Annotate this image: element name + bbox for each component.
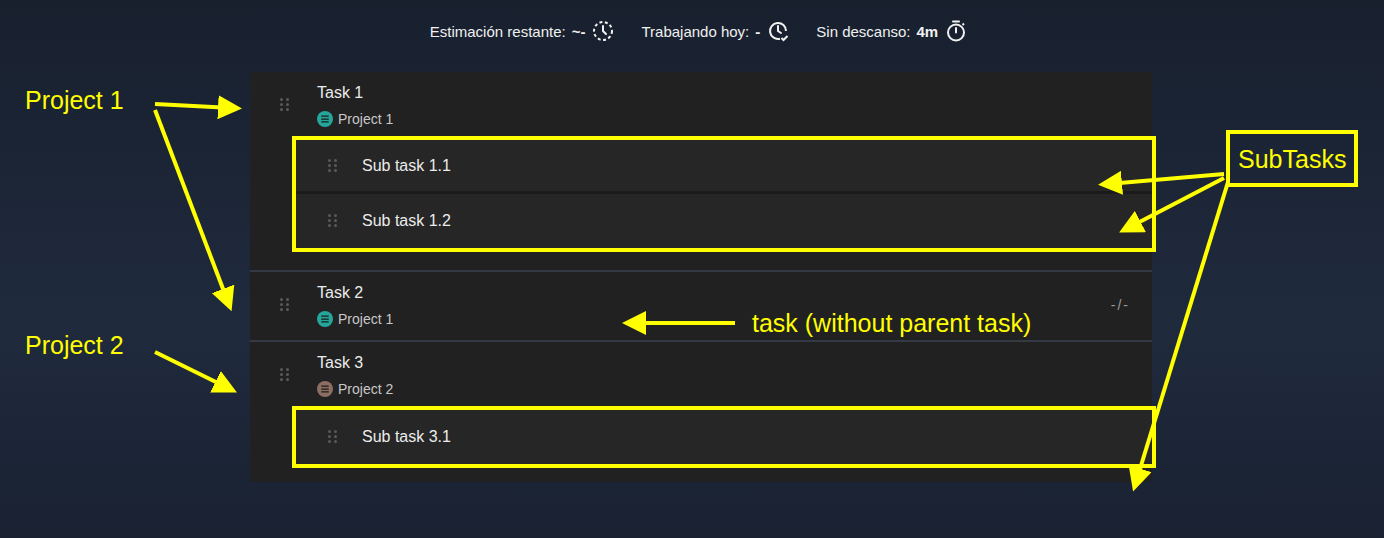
- stat-label: Sin descanso:: [816, 23, 910, 40]
- timer-icon: [944, 19, 968, 43]
- subtask-list: Sub task 1.1 Sub task 1.2: [296, 140, 1152, 248]
- task-title[interactable]: Task 2: [317, 283, 1111, 303]
- project-name[interactable]: Project 1: [338, 311, 393, 327]
- arrow-icon: [155, 110, 228, 302]
- project-list-icon: [317, 111, 333, 127]
- annotation-label: task (without parent task): [752, 308, 1031, 338]
- list-icon: [320, 314, 330, 324]
- work-stat: Trabajando hoy:-: [641, 19, 790, 43]
- subtask-title[interactable]: Sub task 3.1: [362, 428, 451, 446]
- list-icon: [320, 384, 330, 394]
- subtask-row[interactable]: Sub task 1.1: [296, 140, 1152, 194]
- project-tag[interactable]: Project 1: [317, 111, 1130, 127]
- stat-value: -: [755, 23, 760, 40]
- project-name[interactable]: Project 2: [338, 381, 393, 397]
- drag-handle-icon[interactable]: [328, 159, 338, 173]
- work-stat: Sin descanso: 4m: [816, 19, 968, 43]
- task-item[interactable]: Task 1 Project 1 Sub task 1.1 Sub task 1.2: [250, 72, 1152, 248]
- clock-estimate-icon: [591, 19, 615, 43]
- drag-handle-icon[interactable]: [280, 368, 290, 382]
- arrow-icon: [1108, 174, 1224, 184]
- drag-handle-icon[interactable]: [280, 98, 290, 112]
- project-tag[interactable]: Project 2: [317, 381, 1130, 397]
- project-name[interactable]: Project 1: [338, 111, 393, 127]
- task-content: Task 1 Project 1: [317, 83, 1130, 127]
- subtask-list: Sub task 3.1: [296, 410, 1152, 464]
- drag-handle-icon[interactable]: [280, 298, 290, 312]
- annotation-label: Project 2: [25, 330, 124, 360]
- arrow-icon: [155, 352, 228, 388]
- stat-value: ~-: [572, 23, 586, 40]
- annotation-label: Project 1: [25, 85, 124, 115]
- time-estimate[interactable]: -/-: [1111, 297, 1130, 313]
- task-row[interactable]: Task 1 Project 1: [250, 72, 1152, 140]
- drag-handle-icon[interactable]: [328, 214, 338, 228]
- task-title[interactable]: Task 1: [317, 83, 1130, 103]
- task-content: Task 3 Project 2: [317, 353, 1130, 397]
- work-stat: Estimación restante: ~-: [430, 19, 616, 43]
- arrow-icon: [155, 104, 232, 108]
- annotation-label: SubTasks: [1226, 130, 1358, 187]
- arrow-icon: [1128, 178, 1224, 228]
- subtask-row[interactable]: Sub task 1.2: [296, 194, 1152, 248]
- list-icon: [320, 114, 330, 124]
- subtask-title[interactable]: Sub task 1.2: [362, 212, 451, 230]
- work-stats-bar: Estimación restante: ~- Trabajando hoy:- Si…: [0, 0, 1384, 46]
- stat-value: 4m: [917, 23, 939, 40]
- arrow-icon: [632, 321, 735, 325]
- project-list-icon: [317, 381, 333, 397]
- task-list: Task 1Project 1Sub task 1.1Sub task 1.2T…: [250, 72, 1152, 482]
- task-item[interactable]: Task 3 Project 2 Sub task 3.1: [250, 340, 1152, 464]
- task-row[interactable]: Task 3 Project 2: [250, 342, 1152, 410]
- arrow-icon: [1136, 182, 1228, 482]
- drag-handle-icon[interactable]: [328, 430, 338, 444]
- task-title[interactable]: Task 3: [317, 353, 1130, 373]
- project-list-icon: [317, 311, 333, 327]
- subtask-title[interactable]: Sub task 1.1: [362, 157, 451, 175]
- stat-label: Trabajando hoy:: [641, 23, 749, 40]
- stat-label: Estimación restante:: [430, 23, 566, 40]
- annotation-arrows: [0, 0, 1384, 538]
- clock-check-icon: [766, 19, 790, 43]
- subtask-row[interactable]: Sub task 3.1: [296, 410, 1152, 464]
